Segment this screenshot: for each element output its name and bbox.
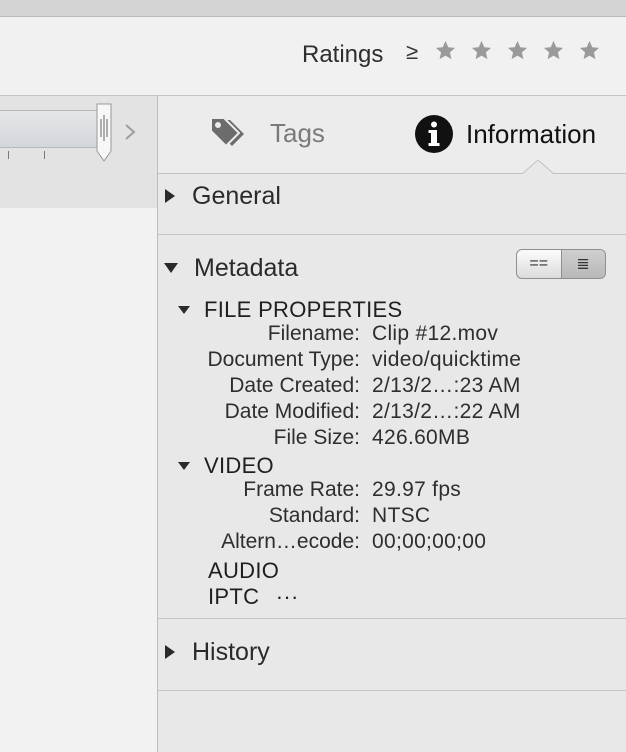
disclosure-triangle-down-icon	[178, 462, 190, 470]
inspector-tabbar: Tags Information	[158, 96, 626, 174]
section-metadata-label: Metadata	[194, 253, 299, 282]
group-file-properties[interactable]: FILE PROPERTIES	[178, 297, 402, 323]
star-icon[interactable]	[506, 39, 529, 62]
toolbar: Ratings ≥	[0, 17, 626, 96]
section-history-label: History	[192, 637, 270, 666]
metadata-row: Filename: Clip #12.mov	[158, 322, 626, 348]
metadata-value: NTSC	[372, 504, 431, 527]
divider	[158, 618, 626, 619]
info-icon	[415, 115, 453, 153]
tab-information-label: Information	[466, 118, 597, 149]
section-history[interactable]: History	[158, 622, 626, 682]
metadata-key: Filename:	[267, 322, 360, 345]
compact-view-button[interactable]: ==	[517, 250, 561, 278]
group-audio[interactable]: AUDIO	[208, 558, 279, 584]
group-video-label: VIDEO	[204, 453, 274, 478]
metadata-key: Document Type:	[207, 348, 360, 371]
tab-information[interactable]: Information	[414, 114, 596, 154]
metadata-value: 2/13/2…:23 AM	[372, 374, 521, 397]
inspector-panel: Tags Information General Metadata == ≣ F…	[158, 96, 626, 752]
divider	[158, 690, 626, 691]
tag-icon	[210, 117, 244, 148]
metadata-key: Date Modified:	[224, 400, 360, 423]
metadata-value: video/quicktime	[372, 348, 522, 371]
group-file-properties-label: FILE PROPERTIES	[204, 297, 403, 322]
metadata-value: 29.97 fps	[372, 478, 462, 501]
star-icon[interactable]	[542, 39, 565, 62]
slider-tick	[8, 151, 9, 159]
metadata-row: Document Type: video/quicktime	[158, 348, 626, 374]
star-icon[interactable]	[470, 39, 493, 62]
metadata-row: Standard: NTSC	[158, 504, 626, 530]
metadata-value: Clip #12.mov	[372, 322, 499, 345]
disclosure-triangle-down-icon	[178, 306, 190, 314]
disclosure-triangle-right-icon	[165, 645, 175, 659]
group-iptc-label: IPTC	[208, 584, 260, 609]
expanded-view-button[interactable]: ≣	[560, 250, 605, 278]
metadata-key: Frame Rate:	[243, 478, 360, 501]
metadata-view-toggle: == ≣	[516, 249, 606, 279]
section-general[interactable]: General	[158, 166, 626, 226]
metadata-value: 426.60MB	[372, 426, 471, 449]
divider	[158, 234, 626, 235]
ratings-stars	[434, 39, 601, 62]
window-top-strip	[0, 0, 626, 17]
metadata-row: File Size: 426.60MB	[158, 426, 626, 452]
metadata-key: Date Created:	[229, 374, 360, 397]
metadata-value: 2/13/2…:22 AM	[372, 400, 521, 423]
ratings-operator[interactable]: ≥	[406, 39, 418, 65]
metadata-key: File Size:	[273, 426, 360, 449]
ratings-label: Ratings	[302, 41, 384, 68]
group-iptc[interactable]: IPTC ···	[208, 584, 299, 610]
metadata-row: Date Created: 2/13/2…:23 AM	[158, 374, 626, 400]
metadata-row: Frame Rate: 29.97 fps	[158, 478, 626, 504]
slider-handle[interactable]	[96, 103, 112, 163]
more-icon[interactable]: ···	[276, 584, 299, 609]
slider-tick	[44, 151, 45, 159]
star-icon[interactable]	[578, 39, 601, 62]
metadata-row: Altern…ecode: 00;00;00;00	[158, 530, 626, 556]
section-general-label: General	[192, 181, 281, 210]
tab-tags-label: Tags	[270, 117, 325, 148]
thumbnail-size-slider-area	[0, 96, 157, 208]
disclosure-triangle-right-icon	[165, 189, 175, 203]
disclosure-triangle-down-icon	[164, 263, 178, 273]
metadata-value: 00;00;00;00	[372, 530, 487, 553]
content-pane	[0, 96, 158, 752]
metadata-row: Date Modified: 2/13/2…:22 AM	[158, 400, 626, 426]
metadata-key: Standard:	[268, 504, 360, 527]
tab-tags[interactable]: Tags	[208, 116, 325, 150]
group-video[interactable]: VIDEO	[178, 453, 274, 479]
thumbnail-size-slider[interactable]	[0, 110, 105, 159]
star-icon[interactable]	[434, 39, 457, 62]
chevron-right-icon[interactable]	[124, 124, 136, 140]
metadata-key: Altern…ecode:	[221, 530, 360, 553]
